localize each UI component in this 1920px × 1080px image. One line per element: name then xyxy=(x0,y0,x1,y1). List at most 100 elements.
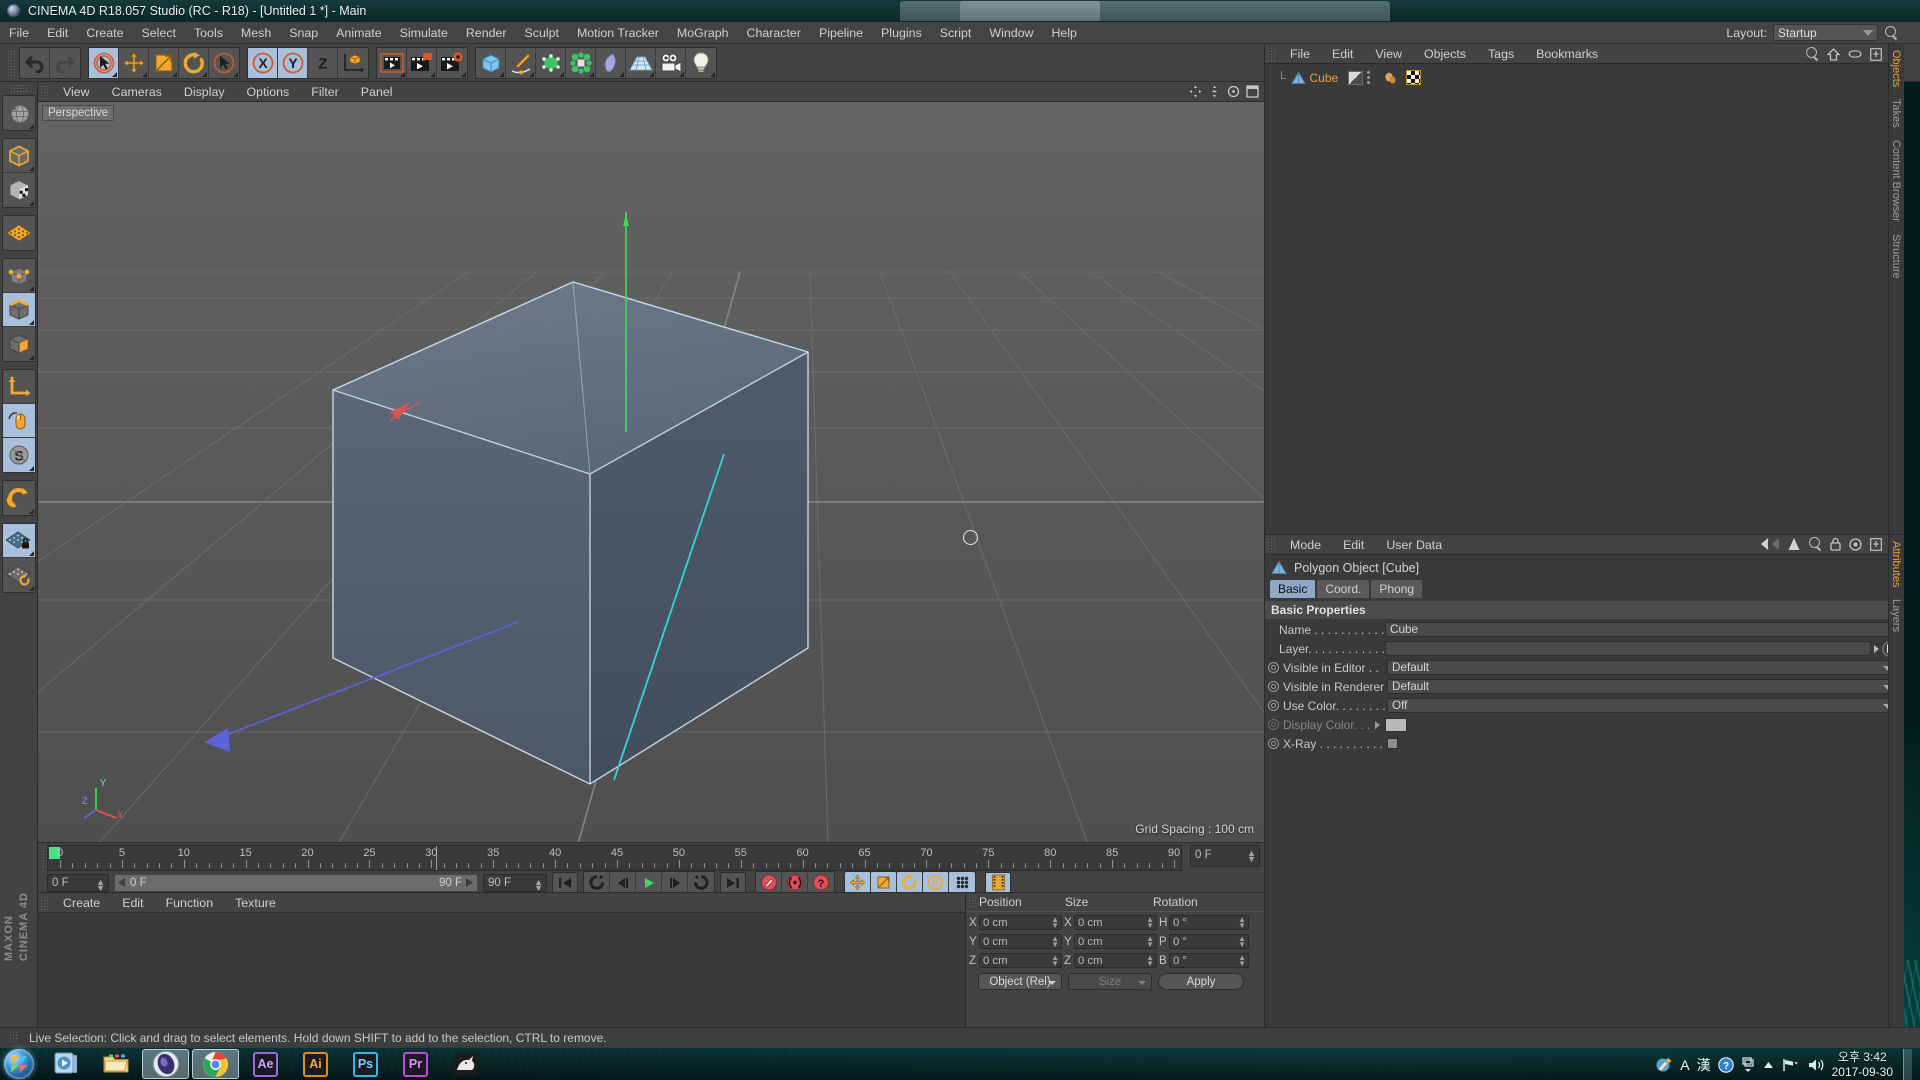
object-row-cube[interactable]: └ Cube xyxy=(1265,69,1904,86)
lock-icon[interactable] xyxy=(1830,537,1841,551)
viewport-3d-canvas[interactable]: Perspective Y X Z Grid Spacing: 100 cm xyxy=(38,102,1264,842)
fit-icon[interactable] xyxy=(1870,537,1882,551)
back-icon[interactable] xyxy=(1760,537,1780,551)
go-to-start-icon[interactable] xyxy=(552,871,578,894)
timeline-end-frame-field[interactable]: 90 F ▲ ▼ xyxy=(483,873,547,892)
timeline-toggle-icon[interactable] xyxy=(985,871,1011,894)
up-icon[interactable] xyxy=(1788,537,1800,551)
menu-item-mesh[interactable]: Mesh xyxy=(232,22,280,44)
cursor-select-icon[interactable] xyxy=(209,47,239,78)
attribute-menu-edit[interactable]: Edit xyxy=(1332,535,1375,555)
range-right-arrow-icon[interactable] xyxy=(466,878,474,887)
side-tab-objects[interactable]: Objects xyxy=(1889,44,1903,93)
step-back-keyframe-icon[interactable] xyxy=(584,871,610,894)
key-pla-icon[interactable] xyxy=(949,871,975,894)
menu-item-plugins[interactable]: Plugins xyxy=(872,22,931,44)
spinner-arrows-icon[interactable]: ▲ ▼ xyxy=(1238,935,1246,949)
start-button[interactable] xyxy=(4,1049,34,1079)
spinner-arrows-icon[interactable]: ▲ ▼ xyxy=(534,877,543,892)
menu-item-window[interactable]: Window xyxy=(980,22,1042,44)
spinner-arrows-icon[interactable]: ▲ ▼ xyxy=(1146,954,1154,968)
object-menu-tags[interactable]: Tags xyxy=(1477,44,1525,64)
ime-pencil-icon[interactable] xyxy=(1655,1056,1673,1074)
side-tab-takes[interactable]: Takes xyxy=(1889,93,1903,134)
menu-item-mograph[interactable]: MoGraph xyxy=(668,22,738,44)
key-scale-icon[interactable] xyxy=(871,871,897,894)
status-bar-grip[interactable] xyxy=(9,1031,18,1044)
rotation-b-field[interactable]: 0 ° ▲ ▼ xyxy=(1169,953,1249,968)
taskbar-item-after-effects[interactable]: Ae xyxy=(242,1049,289,1079)
position-z-field[interactable]: 0 cm ▲ ▼ xyxy=(979,953,1062,968)
rotation-p-field[interactable]: 0 ° ▲ ▼ xyxy=(1169,934,1249,949)
y-axis-icon[interactable]: Y xyxy=(278,47,308,78)
side-tab-attributes[interactable]: Attributes xyxy=(1889,535,1903,593)
spinner-arrows-icon[interactable]: ▲ ▼ xyxy=(1051,916,1059,930)
search-icon[interactable] xyxy=(1808,537,1822,551)
side-tab-structure[interactable]: Structure xyxy=(1889,228,1903,285)
object-name-cube[interactable]: Cube xyxy=(1310,71,1339,85)
generator-icon[interactable] xyxy=(536,47,566,78)
workplane-lock-icon[interactable] xyxy=(2,524,35,558)
timeline-current-frame-field[interactable]: 0 F ▲ ▼ xyxy=(47,873,109,892)
workplane-icon[interactable] xyxy=(2,216,35,250)
magnet-icon[interactable] xyxy=(2,481,35,515)
show-hidden-icon[interactable] xyxy=(1762,1060,1775,1070)
viewport-menu-options[interactable]: Options xyxy=(236,82,301,102)
xray-radio-icon[interactable] xyxy=(1268,738,1279,749)
menu-item-script[interactable]: Script xyxy=(931,22,981,44)
position-y-field[interactable]: 0 cm ▲ ▼ xyxy=(979,934,1062,949)
step-forward-keyframe-icon[interactable] xyxy=(688,871,714,894)
render-settings-icon[interactable] xyxy=(437,47,467,78)
menu-item-render[interactable]: Render xyxy=(457,22,516,44)
target-icon[interactable] xyxy=(1849,537,1862,551)
layer-input[interactable] xyxy=(1385,641,1871,656)
taskbar-item-illustrator[interactable]: Ai xyxy=(292,1049,339,1079)
undo-button[interactable] xyxy=(20,47,50,78)
range-left-arrow-icon[interactable] xyxy=(118,878,126,887)
side-tab-layers[interactable]: Layers xyxy=(1889,593,1903,638)
model-mode-icon[interactable] xyxy=(2,139,35,173)
viewport-menu-view[interactable]: View xyxy=(52,82,101,102)
x-axis-icon[interactable]: X xyxy=(248,47,278,78)
visible-in-renderer-dropdown[interactable]: Default xyxy=(1387,679,1898,694)
spinner-arrows-icon[interactable]: ▲ ▼ xyxy=(1146,916,1154,930)
taskbar-item-photoshop[interactable]: Ps xyxy=(342,1049,389,1079)
menu-item-help[interactable]: Help xyxy=(1042,22,1085,44)
maximize-view-icon[interactable] xyxy=(1246,85,1259,98)
spinner-arrows-icon[interactable]: ▲ ▼ xyxy=(1051,954,1059,968)
rotate-view-icon[interactable] xyxy=(1227,85,1240,98)
visible-renderer-radio-icon[interactable] xyxy=(1268,681,1279,692)
spinner-arrows-icon[interactable]: ▲ ▼ xyxy=(96,877,105,892)
use-color-radio-icon[interactable] xyxy=(1268,700,1279,711)
ime-han-icon[interactable]: 漢 xyxy=(1697,1055,1711,1075)
attribute-menu-user-data[interactable]: User Data xyxy=(1375,535,1453,555)
world-object-axis-icon[interactable] xyxy=(338,47,368,78)
menu-item-sculpt[interactable]: Sculpt xyxy=(516,22,568,44)
render-view-icon[interactable] xyxy=(377,47,407,78)
search-icon[interactable] xyxy=(1805,47,1819,61)
menu-item-character[interactable]: Character xyxy=(738,22,810,44)
camera-icon[interactable] xyxy=(656,47,686,78)
object-menu-view[interactable]: View xyxy=(1364,44,1413,64)
viewport-grip[interactable] xyxy=(40,84,49,99)
menu-item-simulate[interactable]: Simulate xyxy=(391,22,457,44)
taskbar-item-rhino[interactable] xyxy=(442,1049,489,1079)
menu-item-animate[interactable]: Animate xyxy=(327,22,390,44)
taskbar-item-premiere[interactable]: Pr xyxy=(392,1049,439,1079)
keyframe-selection-icon[interactable]: ? xyxy=(808,871,834,894)
material-menu-function[interactable]: Function xyxy=(155,893,225,913)
menu-item-select[interactable]: Select xyxy=(133,22,185,44)
tab-phong[interactable]: Phong xyxy=(1371,580,1423,598)
taskbar-clock[interactable]: 오후 3:42 2017-09-30 xyxy=(1832,1050,1893,1080)
material-menu-create[interactable]: Create xyxy=(52,893,111,913)
coordinates-grip[interactable] xyxy=(968,895,976,909)
record-key-icon[interactable] xyxy=(756,871,782,894)
menu-item-snap[interactable]: Snap xyxy=(280,22,327,44)
menu-item-motion-tracker[interactable]: Motion Tracker xyxy=(568,22,668,44)
timeline-range-scrollbar[interactable]: 0 F 90 F xyxy=(114,873,478,892)
go-to-end-icon[interactable] xyxy=(720,871,746,894)
taskbar-item-chrome[interactable] xyxy=(192,1049,239,1079)
phong-tag-icon[interactable] xyxy=(1383,71,1399,85)
search-icon[interactable] xyxy=(1884,25,1898,40)
texture-mode-icon[interactable] xyxy=(2,173,35,207)
